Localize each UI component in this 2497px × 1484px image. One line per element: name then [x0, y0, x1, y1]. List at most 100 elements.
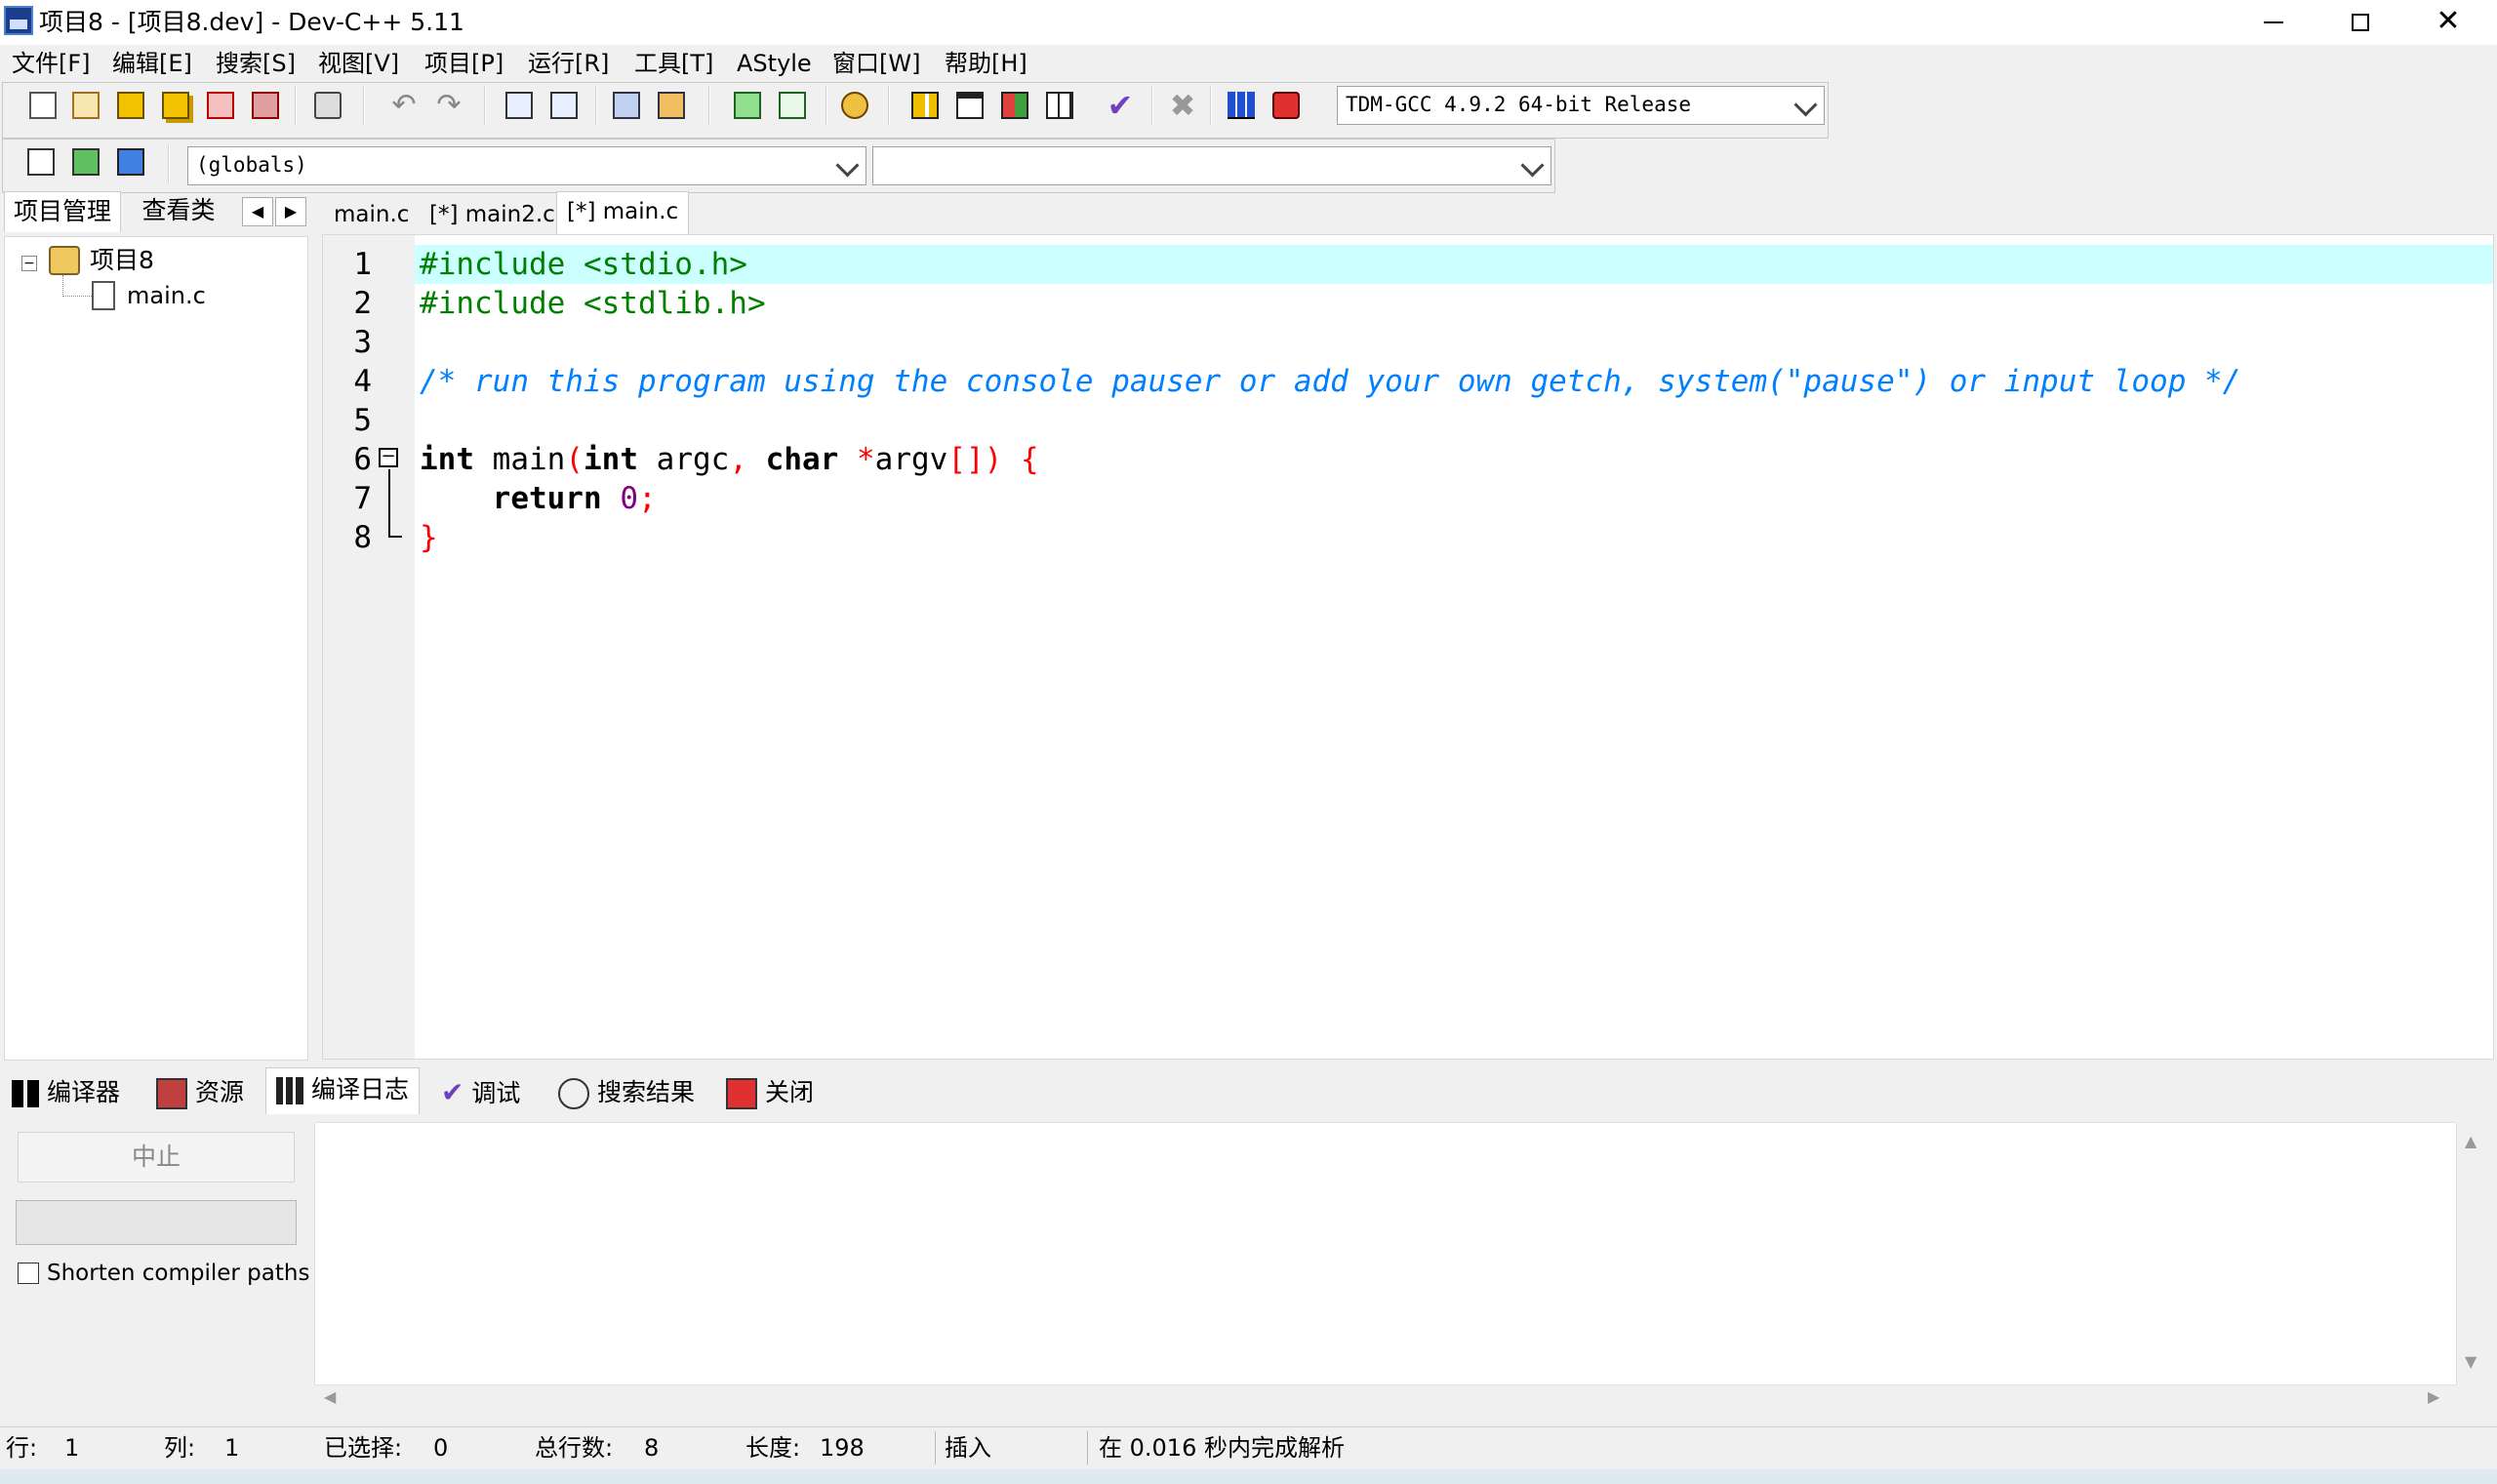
- code-line-8: }: [420, 520, 438, 555]
- print-button[interactable]: [310, 88, 345, 123]
- editor-tab[interactable]: [*] main2.c: [420, 195, 565, 234]
- close-file-button[interactable]: [203, 88, 238, 123]
- menu-edit[interactable]: 编辑[E]: [112, 49, 192, 78]
- indent-button[interactable]: [609, 88, 644, 123]
- tab-close-label: 关闭: [764, 1078, 814, 1106]
- save-all-button[interactable]: [158, 88, 193, 123]
- tab-compile-log[interactable]: 编译日志: [265, 1067, 420, 1114]
- line-number: 4: [353, 364, 372, 399]
- compile-log-output[interactable]: [314, 1122, 2457, 1385]
- close-panel-icon: [726, 1078, 757, 1109]
- close-all-button[interactable]: [248, 88, 283, 123]
- tab-compiler-label: 编译器: [46, 1078, 120, 1106]
- bar-chart-icon: [276, 1077, 303, 1104]
- unindent-button[interactable]: [654, 88, 689, 123]
- bookmark-button[interactable]: [113, 144, 148, 180]
- menu-project[interactable]: 项目[P]: [424, 49, 503, 78]
- toolbar-separator: [708, 86, 710, 125]
- editor-tab[interactable]: main.c: [324, 195, 419, 234]
- tab-close[interactable]: 关闭: [726, 1071, 814, 1114]
- minimize-button[interactable]: [2229, 0, 2316, 45]
- code-token: argc: [638, 442, 730, 477]
- redo-icon: ↷: [436, 88, 462, 122]
- collapse-toggle[interactable]: −: [21, 256, 37, 271]
- member-select[interactable]: [872, 146, 1551, 185]
- menu-file[interactable]: 文件[F]: [12, 49, 91, 78]
- status-parse-message: 在 0.016 秒内完成解析: [1099, 1434, 1345, 1462]
- tab-debug[interactable]: ✔ 调试: [441, 1071, 520, 1114]
- tab-class-browser[interactable]: 查看类: [125, 191, 232, 232]
- insert-button[interactable]: [23, 144, 59, 180]
- remove-from-project-button[interactable]: [775, 88, 810, 123]
- close-button[interactable]: ✕: [2404, 0, 2492, 45]
- scroll-right-icon: ▶: [2428, 1387, 2440, 1406]
- profile-button[interactable]: [1224, 88, 1259, 123]
- line-number: 1: [353, 247, 372, 282]
- bar-chart-icon: [1228, 92, 1255, 119]
- status-selected-value: 0: [433, 1434, 449, 1462]
- check-icon: ✔: [441, 1076, 464, 1108]
- tree-project-node[interactable]: 项目8: [90, 244, 154, 277]
- menu-tools[interactable]: 工具[T]: [634, 49, 713, 78]
- status-divider: [935, 1431, 936, 1464]
- find-button[interactable]: [502, 88, 537, 123]
- undo-button[interactable]: ↶: [386, 88, 422, 123]
- new-file-button[interactable]: [25, 88, 60, 123]
- add-to-project-button[interactable]: [730, 88, 765, 123]
- status-selected-label: 已选择:: [324, 1434, 403, 1462]
- code-editor[interactable]: [322, 234, 2494, 1060]
- compile-button[interactable]: [907, 88, 943, 123]
- syntax-check-button[interactable]: ✔: [1103, 88, 1138, 123]
- tab-resources[interactable]: 资源: [156, 1071, 244, 1114]
- tab-search-results[interactable]: 搜索结果: [558, 1071, 695, 1114]
- replace-button[interactable]: [546, 88, 582, 123]
- save-button[interactable]: [113, 88, 148, 123]
- compile-run-button[interactable]: [997, 88, 1032, 123]
- project-options-button[interactable]: [837, 88, 872, 123]
- tab-project-manager[interactable]: 项目管理: [4, 191, 121, 232]
- stop-execution-button[interactable]: ✖: [1165, 88, 1200, 123]
- abort-button[interactable]: 中止: [18, 1132, 295, 1183]
- save-icon: [117, 92, 144, 119]
- fold-toggle[interactable]: −: [379, 448, 398, 467]
- goto-button[interactable]: [68, 144, 103, 180]
- maximize-button[interactable]: [2316, 0, 2404, 45]
- menu-search[interactable]: 搜索[S]: [216, 49, 296, 78]
- project-tree: [4, 236, 308, 1061]
- scroll-up-icon: ▲: [2465, 1132, 2477, 1150]
- open-file-button[interactable]: [68, 88, 103, 123]
- restore-icon: [2352, 14, 2369, 31]
- chevron-down-icon: [1520, 153, 1545, 178]
- tab-compiler[interactable]: 编译器: [12, 1071, 120, 1114]
- menu-view[interactable]: 视图[V]: [318, 49, 399, 78]
- save-all-icon: [162, 92, 189, 119]
- fold-minus-icon: −: [381, 446, 396, 466]
- add-file-icon: [734, 92, 761, 119]
- run-button[interactable]: [952, 88, 987, 123]
- tab-scroll-right-button[interactable]: ▶: [275, 197, 306, 226]
- editor-tab-active[interactable]: [*] main.c: [556, 191, 690, 234]
- line-number: 8: [353, 520, 372, 555]
- horizontal-scrollbar[interactable]: ◀ ▶: [314, 1385, 2457, 1413]
- status-col-value: 1: [224, 1434, 240, 1462]
- menu-astyle[interactable]: AStyle: [737, 49, 812, 78]
- menu-window[interactable]: 窗口[W]: [832, 49, 920, 78]
- delete-profile-button[interactable]: [1269, 88, 1304, 123]
- tree-connector: [62, 275, 92, 297]
- scope-select[interactable]: (globals): [187, 146, 866, 185]
- code-line-2: #include <stdlib.h>: [420, 286, 766, 321]
- rebuild-all-button[interactable]: [1042, 88, 1077, 123]
- status-length-label: 长度:: [745, 1434, 801, 1462]
- code-token: 0: [620, 481, 638, 516]
- menu-run[interactable]: 运行[R]: [528, 49, 609, 78]
- line-number: 2: [353, 286, 372, 321]
- tab-scroll-left-button[interactable]: ◀: [242, 197, 273, 226]
- vertical-scrollbar[interactable]: ▲ ▼: [2457, 1122, 2488, 1385]
- toolbar-separator: [484, 86, 486, 125]
- redo-button[interactable]: ↷: [431, 88, 466, 123]
- menu-help[interactable]: 帮助[H]: [945, 49, 1027, 78]
- compiler-select[interactable]: TDM-GCC 4.9.2 64-bit Release: [1337, 86, 1825, 125]
- tree-file-node[interactable]: main.c: [127, 279, 206, 312]
- shorten-paths-checkbox[interactable]: [18, 1263, 39, 1284]
- stop-x-icon: ✖: [1169, 87, 1196, 124]
